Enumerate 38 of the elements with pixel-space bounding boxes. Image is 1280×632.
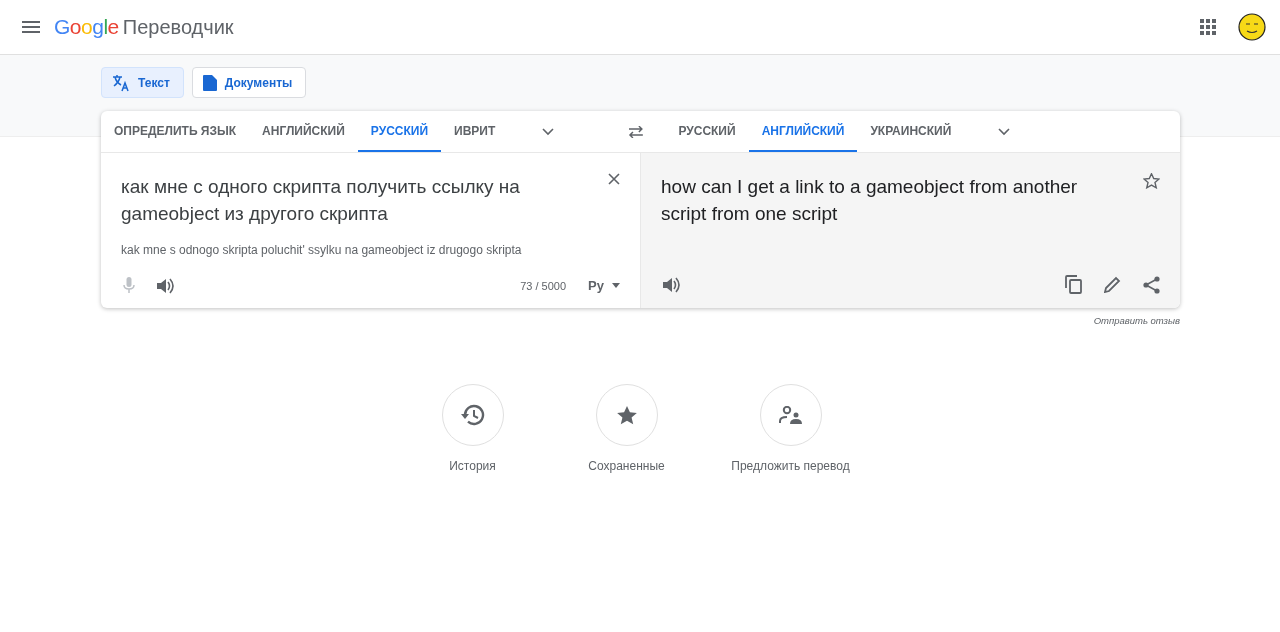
shortcut-label[interactable]: История <box>449 459 496 473</box>
feedback-link[interactable]: Отправить отзыв <box>1093 315 1180 326</box>
share-icon[interactable] <box>1143 275 1160 294</box>
language-tab[interactable]: УКРАИНСКИЙ <box>857 111 965 152</box>
chevron-down-icon[interactable] <box>542 127 555 136</box>
google-logo[interactable]: Google <box>54 15 119 39</box>
speaker-icon[interactable] <box>663 276 680 293</box>
copy-icon[interactable] <box>1065 275 1082 294</box>
people-icon <box>778 406 803 424</box>
chevron-down-icon[interactable] <box>998 127 1011 136</box>
language-tab[interactable]: РУССКИЙ <box>357 111 442 152</box>
mode-tab[interactable]: Текст <box>101 67 184 98</box>
transliteration: kak mne s odnogo skripta poluchit' ssylku na gameobject iz drugogo skripta <box>121 243 523 257</box>
mode-tab[interactable]: Документы <box>191 67 307 98</box>
keyboard-button[interactable]: Ру <box>588 278 604 293</box>
language-tab[interactable]: ИВРИТ <box>441 111 509 152</box>
close-icon[interactable] <box>608 173 620 185</box>
language-tab[interactable]: РУССКИЙ <box>665 111 749 152</box>
language-tab[interactable]: АНГЛИЙСКИЙ <box>249 111 358 152</box>
swap-icon[interactable] <box>627 125 644 138</box>
product-name: Переводчик <box>122 15 234 39</box>
history-icon <box>460 404 485 426</box>
shortcut-label[interactable]: Сохраненные <box>588 459 665 473</box>
translate-icon <box>112 73 130 92</box>
caret-icon[interactable] <box>612 283 620 288</box>
star-outline-icon[interactable] <box>1143 173 1160 189</box>
apps-grid-icon[interactable] <box>1200 19 1216 35</box>
source-text-field[interactable]: как мне с одного скрипта получить ссылку на gameobject из другого скрипта <box>121 173 588 227</box>
character-count: 73 / 5000 <box>520 279 567 292</box>
menu-icon[interactable] <box>22 21 40 33</box>
language-tab[interactable]: ОПРЕДЕЛИТЬ ЯЗЫК <box>101 111 250 152</box>
speaker-icon[interactable] <box>157 277 174 294</box>
avatar-icon[interactable] <box>1238 13 1266 41</box>
translation-text: how can I get a link to a gameobject from another script from one script <box>661 175 1079 226</box>
document-icon <box>202 74 217 91</box>
shortcut-label[interactable]: Предложить перевод <box>731 459 850 473</box>
star-icon <box>615 404 638 426</box>
pencil-icon[interactable] <box>1104 276 1121 293</box>
